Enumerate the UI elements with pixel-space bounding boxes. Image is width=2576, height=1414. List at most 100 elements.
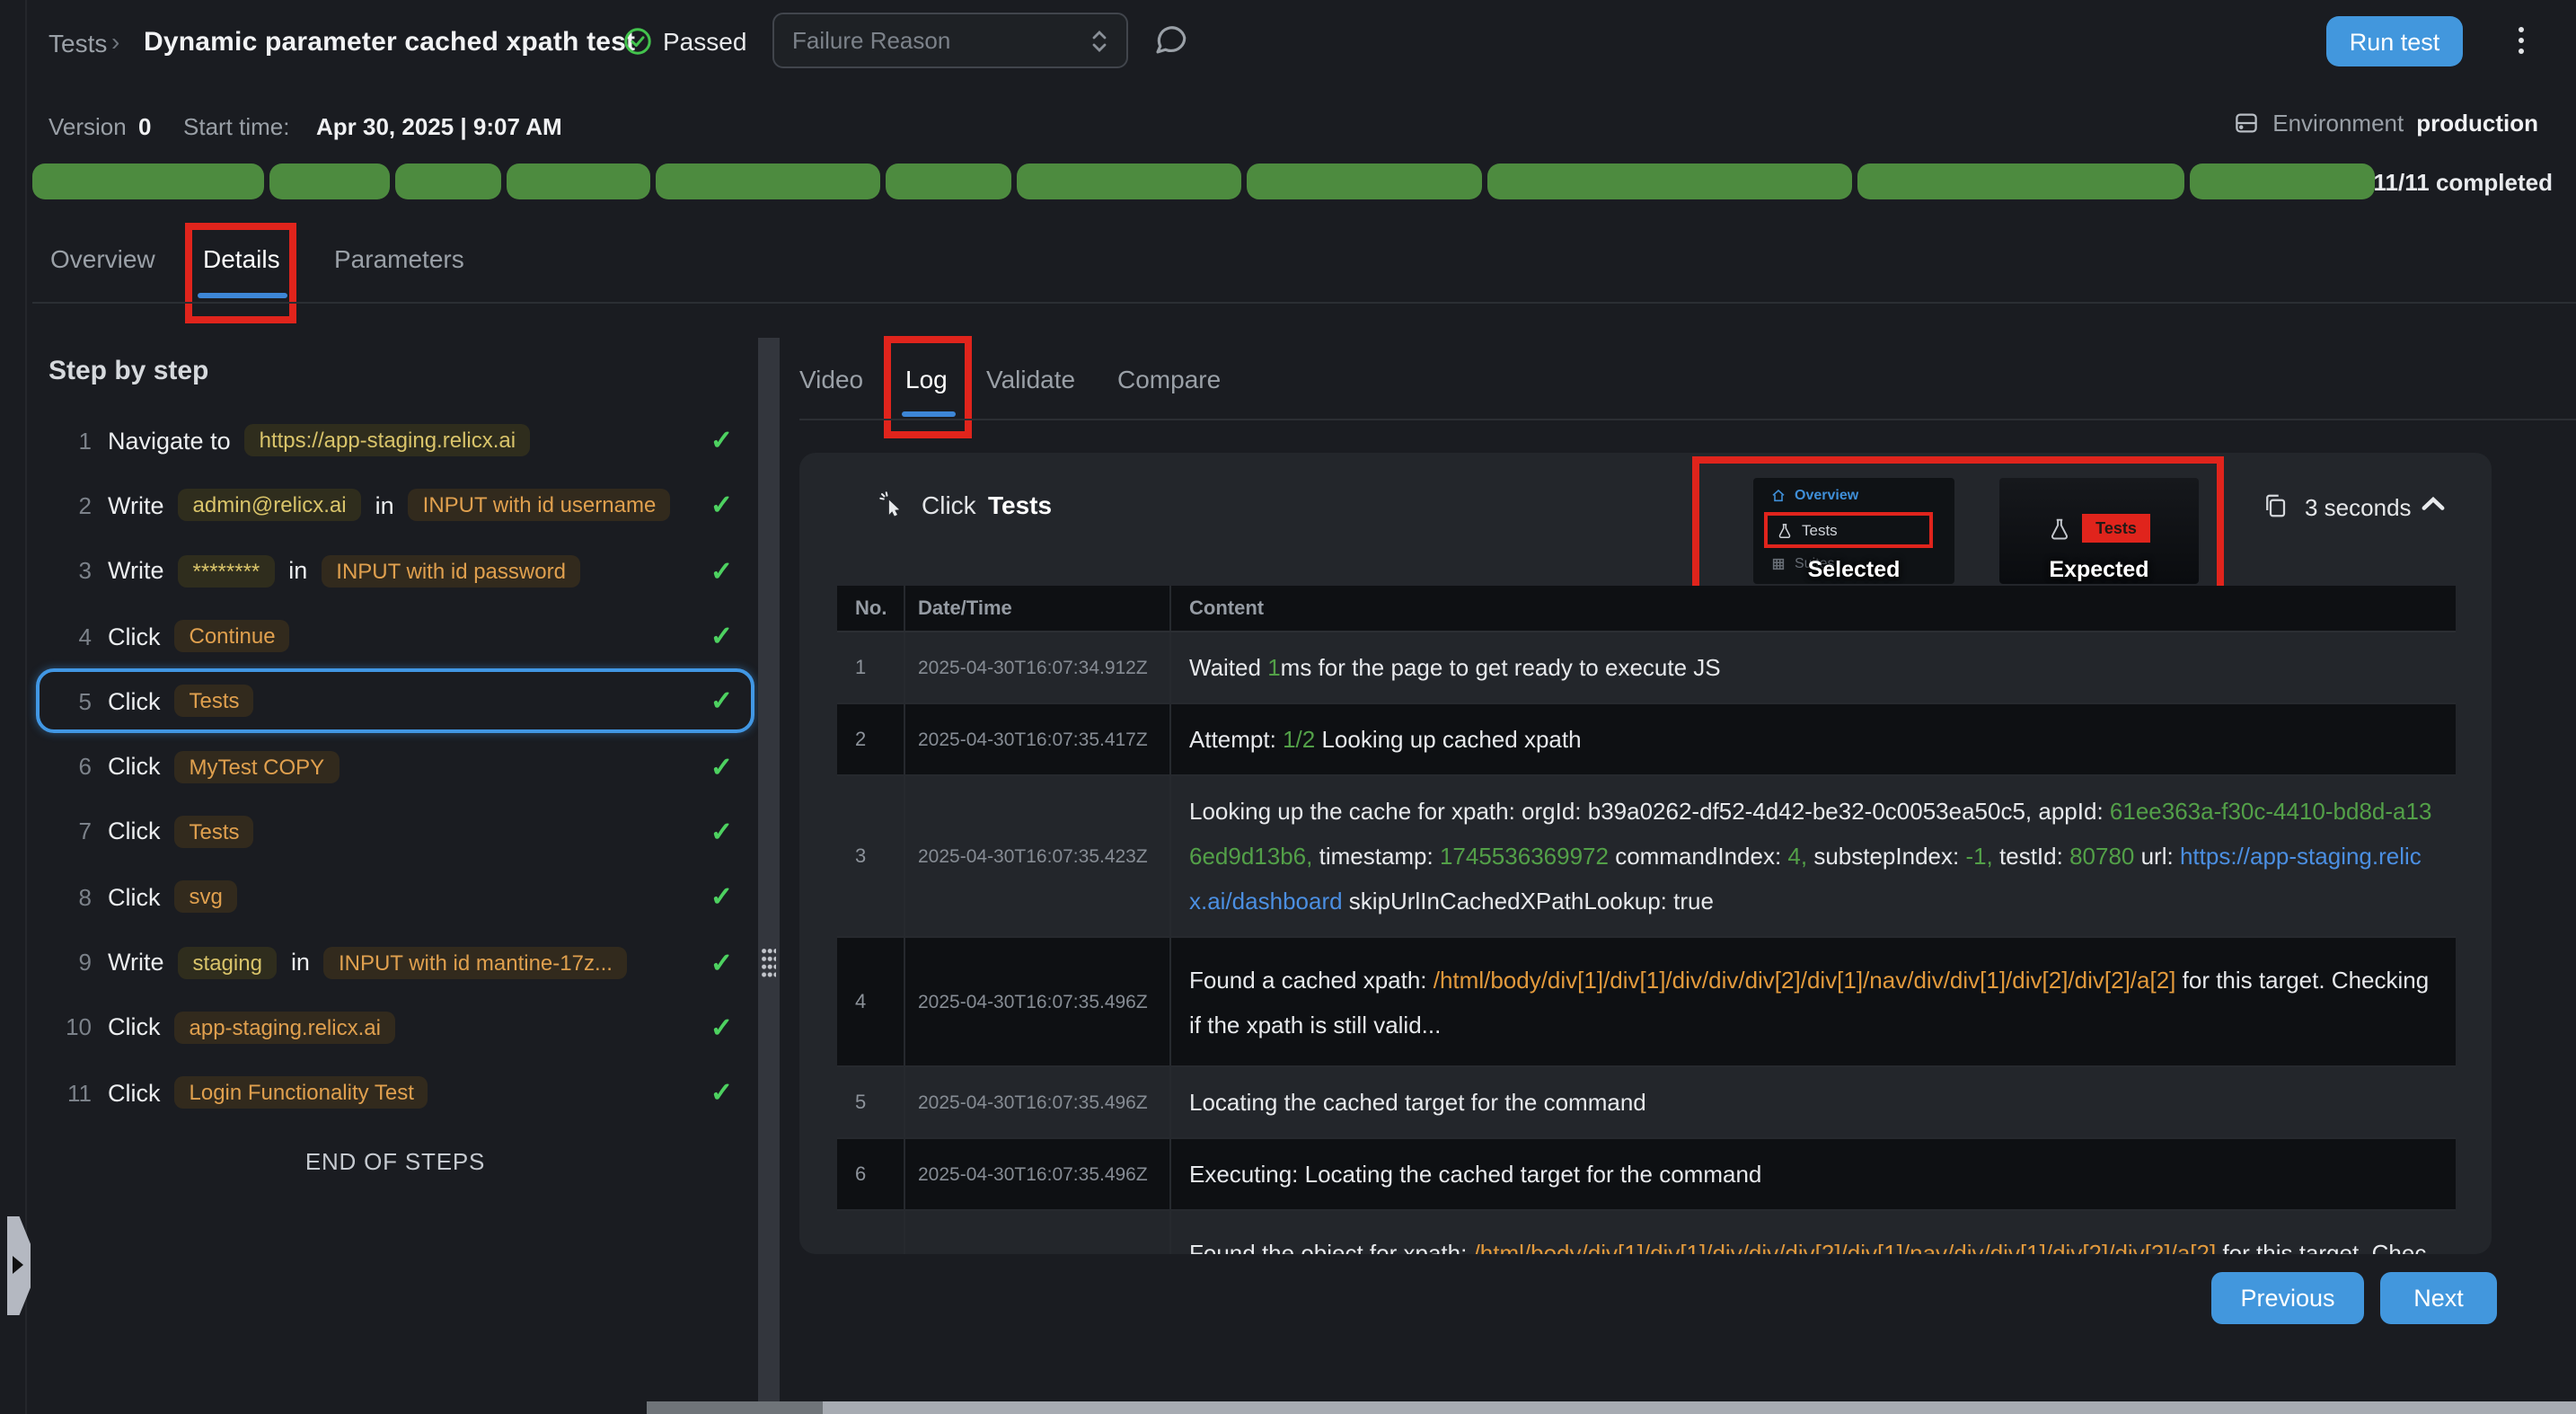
log-card: Click Tests Overview Tests: [799, 453, 2492, 1254]
progress-segment: [1017, 163, 1240, 199]
flask-icon: [2047, 517, 2070, 540]
tabs-divider: [32, 302, 2576, 304]
check-circle-icon: [623, 27, 652, 56]
step-connector: in: [375, 492, 394, 519]
log-row: 52025-04-30T16:07:35.496ZLocating the ca…: [837, 1067, 2456, 1139]
step-connector: in: [288, 557, 307, 584]
expected-target-preview: Tests: [1999, 514, 2199, 543]
step-row[interactable]: 9WritestaginginINPUT with id mantine-17z…: [36, 930, 754, 995]
status-text: Passed: [663, 27, 746, 56]
step-number: 3: [52, 557, 92, 584]
version-value: 0: [138, 113, 151, 140]
step-number: 10: [52, 1014, 92, 1041]
log-row-number: 6: [837, 1139, 905, 1209]
log-row-timestamp: 2025-04-30T16:07:35.417Z: [905, 704, 1171, 774]
environment-info: Environment production: [2233, 110, 2538, 137]
tab-compare[interactable]: Compare: [1117, 365, 1221, 393]
previous-button[interactable]: Previous: [2211, 1272, 2364, 1324]
log-row-timestamp: 2025-04-30T16:07:35.496Z: [905, 1067, 1171, 1137]
step-action: Click: [108, 1079, 161, 1106]
step-check-icon: ✓: [710, 816, 733, 848]
log-row-timestamp: 2025-04-30T16:07:35.496Z: [905, 1139, 1171, 1209]
run-test-button[interactable]: Run test: [2326, 16, 2463, 66]
version-label: Version: [49, 113, 127, 140]
comment-bubble-icon[interactable]: [1151, 20, 1189, 57]
mini-nav-overview: Overview: [1771, 487, 1858, 503]
mini-nav-tests-highlight: Tests: [1764, 512, 1933, 548]
step-number: 5: [52, 688, 92, 715]
selected-thumbnail[interactable]: Overview Tests Suites Selected: [1753, 478, 1954, 584]
log-row-content: Executing: Locating the cached target fo…: [1171, 1139, 2456, 1209]
breadcrumb[interactable]: Tests: [49, 29, 107, 57]
log-step-target: Tests: [988, 490, 1052, 519]
log-row-number: 3: [837, 776, 905, 936]
log-table-body: 12025-04-30T16:07:34.912ZWaited 1ms for …: [837, 632, 2456, 1254]
tab-parameters[interactable]: Parameters: [334, 244, 464, 273]
column-header-content: Content: [1171, 597, 2456, 619]
tab-video[interactable]: Video: [799, 365, 863, 393]
step-value-chip: ********: [179, 554, 275, 587]
step-row[interactable]: 5ClickTests✓: [36, 668, 754, 734]
progress-label: 11/11 completed: [2374, 169, 2553, 196]
tab-validate[interactable]: Validate: [986, 365, 1075, 393]
next-button[interactable]: Next: [2380, 1272, 2497, 1324]
cursor-click-icon: [878, 490, 905, 517]
log-row-number: 4: [837, 938, 905, 1065]
step-number: 7: [52, 818, 92, 845]
environment-label: Environment: [2272, 110, 2404, 137]
drag-dots-icon[interactable]: [762, 949, 776, 979]
step-row[interactable]: 1Navigate tohttps://app-staging.relicx.a…: [36, 408, 754, 473]
panel-resizer[interactable]: [758, 338, 780, 1414]
log-row: 62025-04-30T16:07:35.496ZExecuting: Loca…: [837, 1139, 2456, 1211]
kebab-menu-icon[interactable]: [2502, 13, 2538, 66]
log-row: 32025-04-30T16:07:35.423ZLooking up the …: [837, 776, 2456, 938]
step-target-chip: INPUT with id mantine-17z...: [324, 946, 627, 978]
log-row-number: 7: [837, 1211, 905, 1254]
expected-thumbnail[interactable]: Tests Expected: [1999, 478, 2199, 584]
step-action: Navigate to: [108, 427, 231, 454]
step-row[interactable]: 11ClickLogin Functionality Test✓: [36, 1060, 754, 1126]
tab-overview[interactable]: Overview: [50, 244, 155, 273]
progress-segment: [885, 163, 1011, 199]
step-row[interactable]: 3Write********inINPUT with id password✓: [36, 538, 754, 604]
log-row-content: Waited 1ms for the page to get ready to …: [1171, 632, 2456, 703]
step-check-icon: ✓: [710, 1012, 733, 1044]
step-row[interactable]: 8Clicksvg✓: [36, 864, 754, 930]
horizontal-scrollbar[interactable]: [647, 1401, 2576, 1414]
step-check-icon: ✓: [710, 490, 733, 522]
step-row[interactable]: 2Writeadmin@relicx.aiinINPUT with id use…: [36, 473, 754, 539]
log-step-action: Click: [922, 490, 976, 519]
step-row[interactable]: 4ClickContinue✓: [36, 604, 754, 669]
copy-icon[interactable]: [2262, 492, 2289, 519]
step-target-chip: MyTest COPY: [175, 750, 340, 782]
steps-panel: Step by step 1Navigate tohttps://app-sta…: [0, 305, 790, 1414]
log-row: 42025-04-30T16:07:35.496ZFound a cached …: [837, 938, 2456, 1067]
step-check-icon: ✓: [710, 1076, 733, 1109]
run-info-bar: Version 0 Start time: Apr 30, 2025 | 9:0…: [0, 108, 2576, 147]
log-row: 12025-04-30T16:07:34.912ZWaited 1ms for …: [837, 632, 2456, 704]
log-row-timestamp: 2025-04-30T16:07:35.496Z: [905, 938, 1171, 1065]
step-target-chip: Tests: [175, 685, 254, 718]
step-row[interactable]: 6ClickMyTest COPY✓: [36, 734, 754, 800]
chevron-up-icon[interactable]: [2422, 496, 2445, 512]
step-number: 2: [52, 492, 92, 519]
select-chevrons-icon: [1090, 28, 1108, 53]
step-action: Write: [108, 492, 164, 519]
page-title: Dynamic parameter cached xpath test: [144, 27, 635, 57]
log-row-content: Found a cached xpath: /html/body/div[1]/…: [1171, 938, 2456, 1065]
step-row[interactable]: 10Clickapp-staging.relicx.ai✓: [36, 994, 754, 1060]
log-table: No. Date/Time Content 12025-04-30T16:07:…: [837, 586, 2456, 1254]
end-of-steps-label: END OF STEPS: [36, 1126, 754, 1197]
log-row-timestamp: 2025-04-30T16:07:35.423Z: [905, 776, 1171, 936]
failure-reason-select[interactable]: Failure Reason: [772, 13, 1128, 68]
scrollbar-thumb[interactable]: [647, 1401, 823, 1414]
step-row[interactable]: 7ClickTests✓: [36, 800, 754, 865]
step-duration: 3 seconds: [2305, 494, 2412, 521]
app-window: Tests › Dynamic parameter cached xpath t…: [0, 0, 2576, 1414]
main-tabs: Overview Details Parameters: [0, 223, 2576, 305]
log-row-content: Looking up the cache for xpath: orgId: b…: [1171, 776, 2456, 936]
log-row-number: 5: [837, 1067, 905, 1137]
step-value-chip: staging: [179, 946, 277, 978]
selected-thumbnail-label: Selected: [1753, 557, 1954, 582]
log-row-content: Locating the cached target for the comma…: [1171, 1067, 2456, 1137]
